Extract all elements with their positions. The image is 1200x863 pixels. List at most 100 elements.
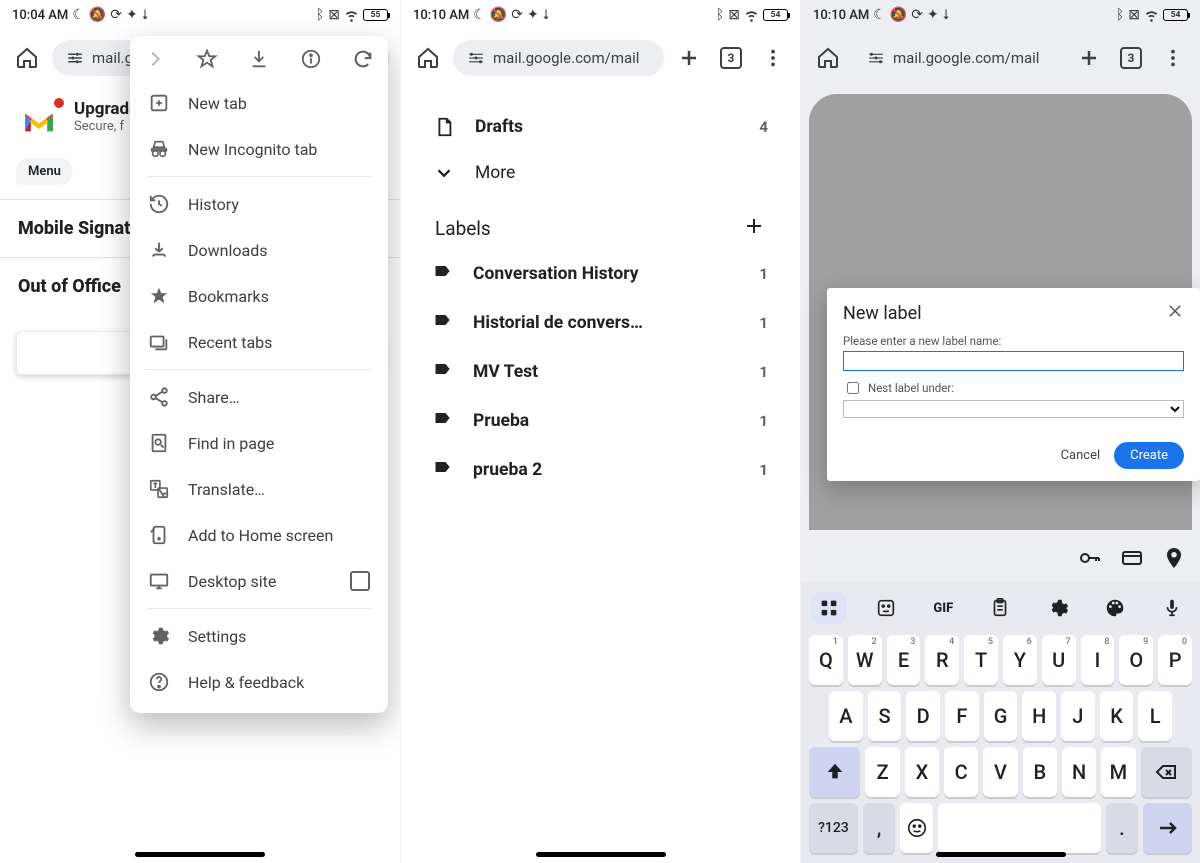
kb-apps-icon[interactable]: [811, 592, 847, 624]
key-z[interactable]: Z: [865, 747, 899, 797]
key-m[interactable]: M: [1101, 747, 1135, 797]
menu-find[interactable]: Find in page: [130, 420, 388, 466]
key-emoji[interactable]: [900, 803, 933, 853]
new-tab-icon[interactable]: [672, 41, 706, 75]
key-backspace[interactable]: [1141, 747, 1192, 797]
sidebar-more[interactable]: More: [417, 150, 784, 196]
key-q[interactable]: Q1: [809, 635, 843, 685]
create-button[interactable]: Create: [1114, 442, 1184, 469]
password-key-icon[interactable]: [1078, 546, 1102, 574]
home-icon[interactable]: [10, 41, 44, 75]
tabs-button[interactable]: 3: [714, 41, 748, 75]
menu-add-home[interactable]: Add to Home screen: [130, 512, 388, 558]
no-data-icon: ⊠: [1128, 7, 1140, 23]
key-p[interactable]: P0: [1158, 635, 1192, 685]
card-icon[interactable]: [1120, 546, 1144, 574]
menu-desktop-site[interactable]: Desktop site: [130, 558, 388, 604]
label-item[interactable]: MV Test 1: [417, 347, 784, 396]
key-s[interactable]: S: [868, 691, 902, 741]
key-period[interactable]: .: [1106, 803, 1139, 853]
key-x[interactable]: X: [905, 747, 939, 797]
nest-label-checkbox[interactable]: Nest label under:: [843, 379, 1184, 397]
key-g[interactable]: G: [984, 691, 1018, 741]
menu-history[interactable]: History: [130, 181, 388, 227]
label-item[interactable]: prueba 2 1: [417, 445, 784, 494]
menu-chip[interactable]: Menu: [16, 158, 73, 185]
location-icon[interactable]: [1162, 546, 1186, 574]
url-bar[interactable]: mail.google.com/mail: [453, 40, 664, 76]
menu-bookmarks[interactable]: Bookmarks: [130, 273, 388, 319]
tabs-button[interactable]: 3: [1114, 41, 1148, 75]
menu-downloads[interactable]: Downloads: [130, 227, 388, 273]
key-i[interactable]: I8: [1081, 635, 1115, 685]
key-b[interactable]: B: [1023, 747, 1057, 797]
promo-title: Upgrade: [74, 100, 138, 119]
gmail-sidebar: Drafts 4 More Labels Conversation Histor…: [409, 94, 792, 863]
forward-icon[interactable]: [144, 48, 166, 74]
menu-settings[interactable]: Settings: [130, 613, 388, 659]
url-bar[interactable]: mail.google.com/mail: [853, 40, 1064, 76]
key-f[interactable]: F: [945, 691, 979, 741]
key-l[interactable]: L: [1138, 691, 1172, 741]
info-icon[interactable]: [300, 48, 322, 74]
status-bar: 10:10 AM ☾ 🔕 ⟳ ✦ ⭣ ᛒ ⊠ 54: [401, 0, 800, 30]
moon-icon: ☾: [72, 7, 85, 23]
key-r[interactable]: R4: [925, 635, 959, 685]
menu-incognito[interactable]: New Incognito tab: [130, 126, 388, 172]
kb-theme-icon[interactable]: [1097, 592, 1133, 624]
more-icon[interactable]: [1156, 41, 1190, 75]
cancel-button[interactable]: Cancel: [1061, 448, 1101, 463]
key-shift[interactable]: [809, 747, 860, 797]
close-icon[interactable]: [1166, 302, 1184, 324]
label-icon: [433, 457, 453, 482]
key-enter[interactable]: [1143, 803, 1192, 853]
label-item[interactable]: Historial de convers… 1: [417, 298, 784, 347]
home-icon[interactable]: [811, 41, 845, 75]
key-d[interactable]: D: [906, 691, 940, 741]
menu-recent-tabs[interactable]: Recent tabs: [130, 319, 388, 365]
menu-translate[interactable]: Translate…: [130, 466, 388, 512]
kb-mic-icon[interactable]: [1154, 592, 1190, 624]
battery-icon: 54: [763, 9, 788, 21]
key-k[interactable]: K: [1100, 691, 1134, 741]
menu-share[interactable]: Share…: [130, 374, 388, 420]
key-t[interactable]: T5: [964, 635, 998, 685]
label-name-input[interactable]: [843, 351, 1184, 371]
kb-clipboard-icon[interactable]: [982, 592, 1018, 624]
download-icon[interactable]: [248, 48, 270, 74]
key-h[interactable]: H: [1022, 691, 1056, 741]
nest-label-select[interactable]: [843, 400, 1184, 418]
key-y[interactable]: Y6: [1003, 635, 1037, 685]
key-o[interactable]: O9: [1119, 635, 1153, 685]
new-tab-icon[interactable]: [1072, 41, 1106, 75]
add-label-icon[interactable]: [742, 214, 766, 243]
status-time: 10:10 AM: [813, 8, 869, 23]
key-n[interactable]: N: [1062, 747, 1096, 797]
kb-gif-button[interactable]: GIF: [925, 592, 961, 624]
key-c[interactable]: C: [944, 747, 978, 797]
kb-sticker-icon[interactable]: [868, 592, 904, 624]
key-space[interactable]: [938, 803, 1101, 853]
label-item[interactable]: Conversation History 1: [417, 249, 784, 298]
refresh-icon[interactable]: [352, 48, 374, 74]
key-j[interactable]: J: [1061, 691, 1095, 741]
key-v[interactable]: V: [983, 747, 1017, 797]
key-a[interactable]: A: [829, 691, 863, 741]
label-item[interactable]: Prueba 1: [417, 396, 784, 445]
star-icon[interactable]: [196, 48, 218, 74]
key-u[interactable]: U7: [1042, 635, 1076, 685]
keyboard-collapse-icon[interactable]: [807, 856, 1194, 863]
more-icon[interactable]: [756, 41, 790, 75]
dialog-title: New label: [843, 303, 922, 324]
sidebar-drafts[interactable]: Drafts 4: [417, 104, 784, 150]
menu-new-tab[interactable]: New tab: [130, 80, 388, 126]
key-comma[interactable]: ,: [863, 803, 896, 853]
menu-help[interactable]: Help & feedback: [130, 659, 388, 705]
key-symbols[interactable]: ?123: [809, 803, 858, 853]
key-e[interactable]: E3: [887, 635, 921, 685]
kb-settings-icon[interactable]: [1040, 592, 1076, 624]
desktop-site-checkbox[interactable]: [350, 571, 370, 591]
status-time: 10:10 AM: [413, 8, 469, 23]
home-icon[interactable]: [411, 41, 445, 75]
key-w[interactable]: W2: [848, 635, 882, 685]
